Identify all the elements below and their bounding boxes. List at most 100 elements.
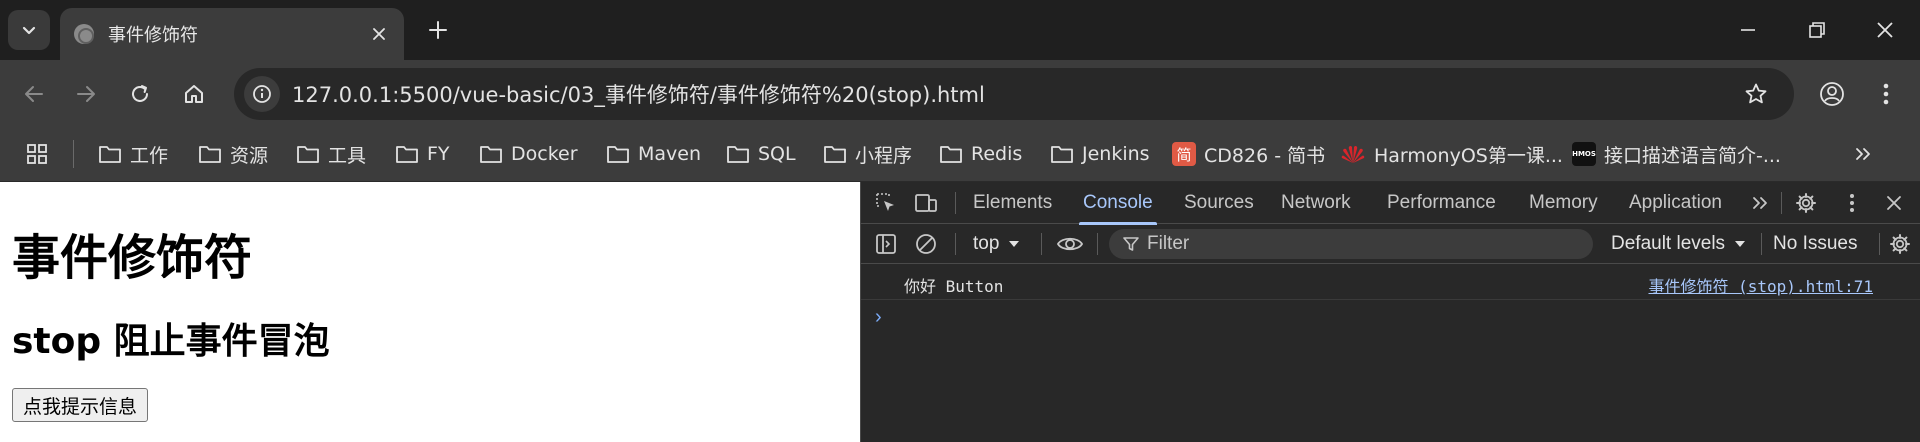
context-select[interactable]: top [973,224,1021,264]
console-filter-input[interactable]: Filter [1109,229,1593,259]
sidebar-icon [876,234,896,254]
devtools-tab-sources[interactable]: Sources [1184,182,1254,224]
close-window-button[interactable] [1862,12,1908,48]
jianshu-icon: 简 [1172,142,1196,166]
bookmark-folder-resources[interactable]: 资源 [198,138,268,170]
url-text[interactable]: 127.0.0.1:5500/vue-basic/03_事件修饰符/事件修饰符%… [292,79,1736,109]
forward-button[interactable] [68,76,104,112]
back-button[interactable] [16,76,52,112]
reload-button[interactable] [122,76,158,112]
folder-icon [395,144,419,164]
console-log-source-link[interactable]: 事件修饰符 (stop).html:71 [1649,273,1874,297]
bookmark-label: Redis [971,143,1023,165]
reload-icon [132,85,148,102]
devtools-tab-elements[interactable]: Elements [973,182,1052,224]
info-icon [253,85,271,103]
devtools-tab-application[interactable]: Application [1629,182,1722,224]
devtools-tab-memory[interactable]: Memory [1529,182,1598,224]
bookmark-folder-jenkins[interactable]: Jenkins [1050,138,1150,170]
browser-toolbar: 127.0.0.1:5500/vue-basic/03_事件修饰符/事件修饰符%… [0,60,1920,128]
bookmark-folder-maven[interactable]: Maven [606,138,701,170]
bookmark-folder-docker[interactable]: Docker [479,138,578,170]
folder-icon [479,144,503,164]
kebab-menu-icon [1850,194,1854,212]
bookmark-folder-fy[interactable]: FY [395,138,450,170]
close-icon [1887,196,1901,210]
profile-button[interactable] [1814,76,1850,112]
devtools-menu-button[interactable] [1839,190,1865,216]
bookmark-label: CD826 - 简书 [1204,144,1326,167]
star-icon [1745,83,1767,104]
bookmark-folder-redis[interactable]: Redis [939,138,1022,170]
gear-icon [1890,234,1910,254]
console-settings-button[interactable] [1887,231,1913,257]
bookmark-folder-sql[interactable]: SQL [726,138,796,170]
device-toolbar-button[interactable] [913,190,939,216]
bookmark-folder-tools[interactable]: 工具 [296,138,366,170]
kebab-menu-icon [1883,83,1889,105]
console-prompt[interactable]: › [875,306,882,329]
console-divider [1761,233,1762,255]
bookmark-idl-intro[interactable]: HMOS 接口描述语言简介-... [1572,138,1781,170]
console-divider [955,233,956,255]
chevron-down-icon [22,26,36,35]
devtools-divider [1781,192,1782,214]
inspect-icon [876,193,894,211]
bookmark-label: 资源 [230,144,269,167]
account-icon [1820,82,1844,106]
bookmark-harmonyos[interactable]: HarmonyOS第一课... [1340,138,1563,170]
console-divider [1097,233,1098,255]
page-subheading: stop 阻止事件冒泡 [12,321,330,362]
address-bar[interactable]: 127.0.0.1:5500/vue-basic/03_事件修饰符/事件修饰符%… [234,68,1794,120]
apps-button[interactable] [26,138,48,170]
context-value: top [973,233,1000,254]
issues-button[interactable]: No Issues [1773,224,1857,264]
tab-close-button[interactable] [368,23,390,45]
log-levels-select[interactable]: Default levels [1611,224,1747,264]
bookmark-label: FY [427,143,450,165]
browser-menu-button[interactable] [1868,76,1904,112]
bookmark-label: 接口描述语言简介-... [1604,144,1781,167]
browser-tab[interactable]: 事件修饰符 [60,8,404,60]
live-expression-button[interactable] [1053,231,1087,257]
site-info-button[interactable] [244,76,280,112]
devtools-settings-button[interactable] [1793,190,1819,216]
close-icon [1877,22,1893,38]
apps-grid-icon [27,144,47,164]
new-tab-button[interactable] [422,14,454,46]
more-tabs-button[interactable] [1747,190,1773,216]
show-message-button[interactable]: 点我提示信息 [12,388,149,422]
toggle-sidebar-button[interactable] [873,231,899,257]
console-log-row: 你好 Button 事件修饰符 (stop).html:71 [861,264,1920,300]
bookmark-folder-miniprogram[interactable]: 小程序 [823,138,912,170]
hmos-icon: HMOS [1572,142,1596,166]
folder-icon [198,144,222,164]
devtools-tab-console[interactable]: Console [1079,182,1157,225]
bookmarks-overflow-button[interactable] [1854,138,1872,170]
minimize-button[interactable] [1725,12,1771,48]
tab-search-button[interactable] [8,10,50,50]
console-divider [1041,233,1042,255]
clear-console-button[interactable] [913,231,939,257]
bookmark-star-button[interactable] [1736,74,1776,114]
home-button[interactable] [176,76,212,112]
plus-icon [429,21,447,39]
eye-icon [1056,237,1084,251]
bookmark-label: Docker [511,143,578,165]
restore-icon [1809,22,1825,38]
close-devtools-button[interactable] [1881,190,1907,216]
devtools-tab-performance[interactable]: Performance [1387,182,1496,224]
chevron-double-right-icon [1856,148,1870,160]
close-icon [373,28,385,40]
restore-button[interactable] [1794,12,1840,48]
inspect-element-button[interactable] [873,190,899,216]
folder-icon [98,144,122,164]
devtools-tab-network[interactable]: Network [1281,182,1351,224]
clear-icon [916,234,936,254]
bookmark-label: 小程序 [855,144,913,167]
bookmark-folder-work[interactable]: 工作 [98,138,168,170]
arrow-left-icon [25,86,43,102]
minimize-icon [1741,29,1755,31]
folder-icon [606,144,630,164]
bookmark-jianshu[interactable]: 简 CD826 - 简书 [1172,138,1325,170]
